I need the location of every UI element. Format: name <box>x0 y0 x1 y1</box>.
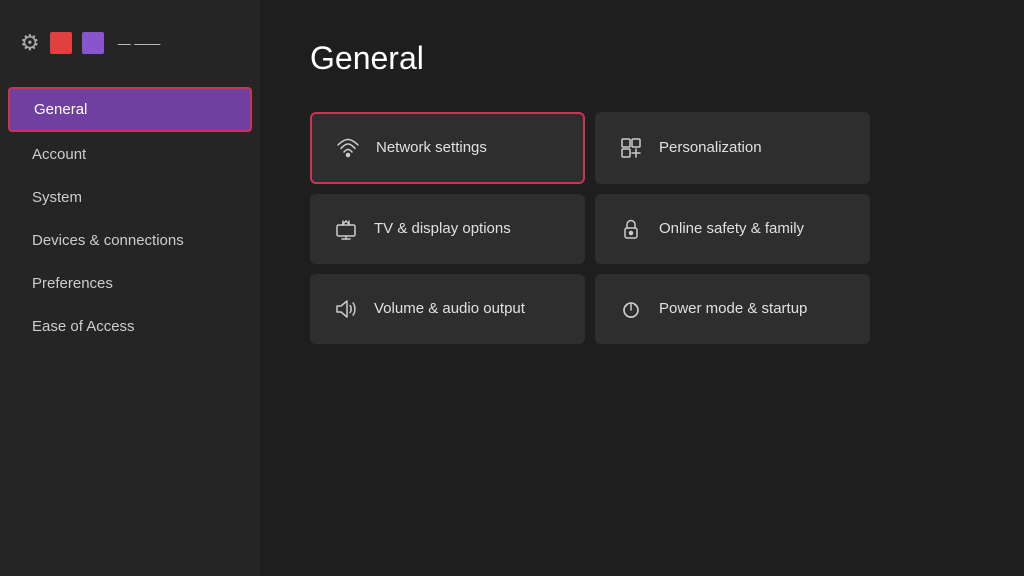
volume-icon <box>334 297 358 321</box>
sidebar-item-account[interactable]: Account <box>8 134 252 175</box>
sidebar-header: ⚙ — —— <box>0 20 260 76</box>
power-icon <box>619 297 643 321</box>
sidebar-item-system[interactable]: System <box>8 177 252 218</box>
gear-icon: ⚙ <box>20 30 40 56</box>
sidebar-nav: General Account System Devices & connect… <box>0 86 260 348</box>
sidebar-item-ease[interactable]: Ease of Access <box>8 306 252 347</box>
tile-volume-label: Volume & audio output <box>374 299 525 319</box>
sidebar-item-preferences[interactable]: Preferences <box>8 263 252 304</box>
tile-network[interactable]: Network settings <box>310 112 585 184</box>
sidebar: ⚙ — —— General Account System Devices & … <box>0 0 260 576</box>
tile-online-safety[interactable]: Online safety & family <box>595 194 870 264</box>
tv-icon <box>334 217 358 241</box>
tile-power[interactable]: Power mode & startup <box>595 274 870 344</box>
account-name: — —— <box>118 36 161 51</box>
tile-tv-display-label: TV & display options <box>374 219 511 239</box>
main-content: General Network settings Personalization <box>260 0 1024 576</box>
avatar-purple <box>82 32 104 54</box>
tile-personalization-label: Personalization <box>659 138 762 158</box>
network-icon <box>336 136 360 160</box>
tile-volume[interactable]: Volume & audio output <box>310 274 585 344</box>
sidebar-item-general[interactable]: General <box>8 87 252 132</box>
avatar-red <box>50 32 72 54</box>
settings-grid: Network settings Personalization <box>310 112 870 344</box>
tile-power-label: Power mode & startup <box>659 299 807 319</box>
tile-network-label: Network settings <box>376 138 487 158</box>
personalization-icon <box>619 136 643 160</box>
tile-tv-display[interactable]: TV & display options <box>310 194 585 264</box>
tile-personalization[interactable]: Personalization <box>595 112 870 184</box>
lock-icon <box>619 217 643 241</box>
tile-online-safety-label: Online safety & family <box>659 219 804 239</box>
sidebar-item-devices[interactable]: Devices & connections <box>8 220 252 261</box>
page-title: General <box>310 40 974 77</box>
